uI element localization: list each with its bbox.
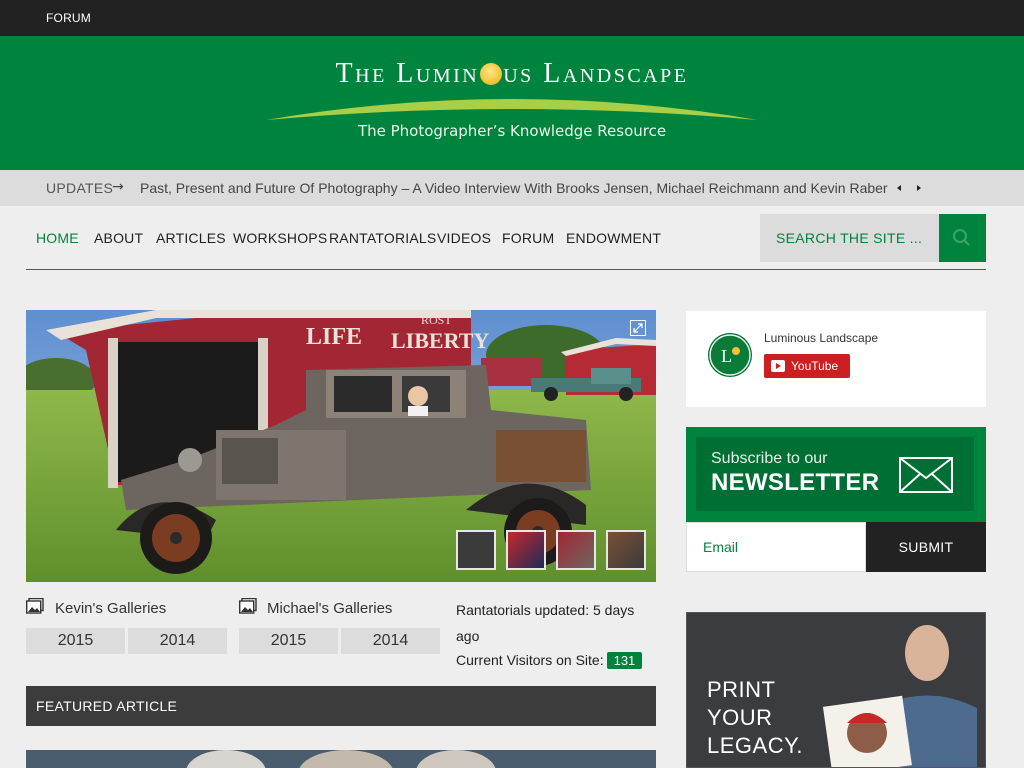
- svg-text:L: L: [721, 346, 732, 366]
- top-bar: FORUM: [0, 0, 1024, 36]
- nav-item-rantatorials[interactable]: RANTATORIALS: [329, 230, 436, 246]
- slide-thumbnail[interactable]: [556, 530, 596, 570]
- ad-line-3: LEGACY.: [707, 733, 804, 758]
- michaels-galleries-link[interactable]: Michael's Galleries: [267, 600, 392, 617]
- newsletter-inner: Subscribe to our NEWSLETTER: [696, 437, 974, 511]
- rantatorials-status: Rantatorials updated: 5 days: [456, 602, 635, 618]
- youtube-button-label: YouTube: [791, 359, 839, 373]
- youtube-widget: L Luminous Landscape YouTube: [686, 311, 986, 407]
- barn-sign-left: LIFE: [306, 324, 362, 350]
- nav-item-forum[interactable]: FORUM: [502, 230, 554, 246]
- nav-item-videos[interactable]: VIDEOS: [437, 230, 491, 246]
- kevins-galleries-link[interactable]: Kevin's Galleries: [55, 600, 166, 617]
- nav-item-about[interactable]: ABOUT: [94, 230, 143, 246]
- updates-ticker: UPDATES → Past, Present and Future Of Ph…: [0, 170, 1024, 206]
- sun-icon: [480, 63, 503, 85]
- channel-name: Luminous Landscape: [764, 331, 879, 345]
- nav-item-articles[interactable]: ARTICLES: [156, 230, 226, 246]
- youtube-subscribe-button[interactable]: YouTube: [764, 354, 850, 378]
- visitors-line: Current Visitors on Site: 131: [456, 652, 643, 669]
- rantatorials-status-cont: ago: [456, 628, 480, 644]
- search-input[interactable]: [760, 214, 939, 262]
- ad-line-1: PRINT: [707, 677, 776, 702]
- search-box: [760, 214, 939, 262]
- nav-item-endowment[interactable]: ENDOWMENT: [566, 230, 661, 246]
- search-button[interactable]: [939, 214, 986, 262]
- featured-article-image[interactable]: [26, 750, 656, 768]
- slide-thumbnail[interactable]: [456, 530, 496, 570]
- topbar-forum-link[interactable]: FORUM: [46, 11, 91, 25]
- luminous-logo-icon: L: [709, 334, 751, 376]
- featured-article-heading: FEATURED ARTICLE: [36, 698, 178, 714]
- featured-article-header: FEATURED ARTICLE: [26, 686, 656, 726]
- logo-title-part2: us Landscape: [503, 58, 689, 89]
- nav-item-home[interactable]: HOME: [36, 230, 79, 246]
- print-legacy-ad[interactable]: PRINT YOUR LEGACY.: [686, 612, 986, 768]
- michael-gallery-year[interactable]: 2015: [239, 628, 338, 654]
- submit-button[interactable]: SUBMIT: [866, 522, 986, 572]
- search-icon: [953, 229, 970, 246]
- updates-label: UPDATES: [46, 180, 114, 196]
- arrow-right-icon: →: [112, 179, 124, 195]
- kevin-gallery-year[interactable]: 2015: [26, 628, 125, 654]
- hero-slideshow[interactable]: LIFE LIBERTY ROST: [26, 310, 656, 582]
- newsletter-banner: Subscribe to our NEWSLETTER: [686, 427, 986, 522]
- michael-gallery-year[interactable]: 2014: [341, 628, 440, 654]
- ticker-prev-icon[interactable]: [894, 182, 904, 194]
- logo-swoosh: [266, 99, 758, 120]
- visitors-count-badge: 131: [606, 652, 643, 669]
- ticker-next-icon[interactable]: [914, 182, 924, 194]
- slide-thumbnail[interactable]: [606, 530, 646, 570]
- kevin-gallery-year[interactable]: 2014: [128, 628, 227, 654]
- nav-item-workshops[interactable]: WORKSHOPS: [233, 230, 327, 246]
- ad-line-2: YOUR: [707, 705, 773, 730]
- logo-title-part1: The Lumin: [335, 58, 480, 89]
- site-logo[interactable]: The Lumin us Landscape: [0, 58, 1024, 90]
- youtube-play-icon: [771, 360, 785, 372]
- gallery-icon: [26, 598, 44, 614]
- email-field[interactable]: [687, 523, 865, 571]
- newsletter-text: NEWSLETTER: [711, 469, 880, 496]
- subscribe-text: Subscribe to our: [711, 450, 828, 467]
- logo-tagline: The Photographer’s Knowledge Resource: [357, 122, 667, 140]
- gallery-icon: [239, 598, 257, 614]
- site-header: The Lumin us Landscape The Photographer’s…: [0, 36, 1024, 170]
- barn-sign-top: ROST: [421, 313, 452, 327]
- newsletter-email-box: [686, 522, 866, 572]
- envelope-icon: [899, 457, 953, 493]
- slide-thumbnail[interactable]: [506, 530, 546, 570]
- ticker-headline-link[interactable]: Past, Present and Future Of Photography …: [140, 180, 888, 196]
- channel-avatar[interactable]: L: [708, 333, 752, 377]
- expand-icon[interactable]: [630, 320, 646, 336]
- barn-sign-right: LIBERTY: [391, 328, 489, 353]
- visitors-label: Current Visitors on Site:: [456, 652, 604, 668]
- main-nav: HOME ABOUT ARTICLES WORKSHOPS RANTATORIA…: [26, 214, 986, 270]
